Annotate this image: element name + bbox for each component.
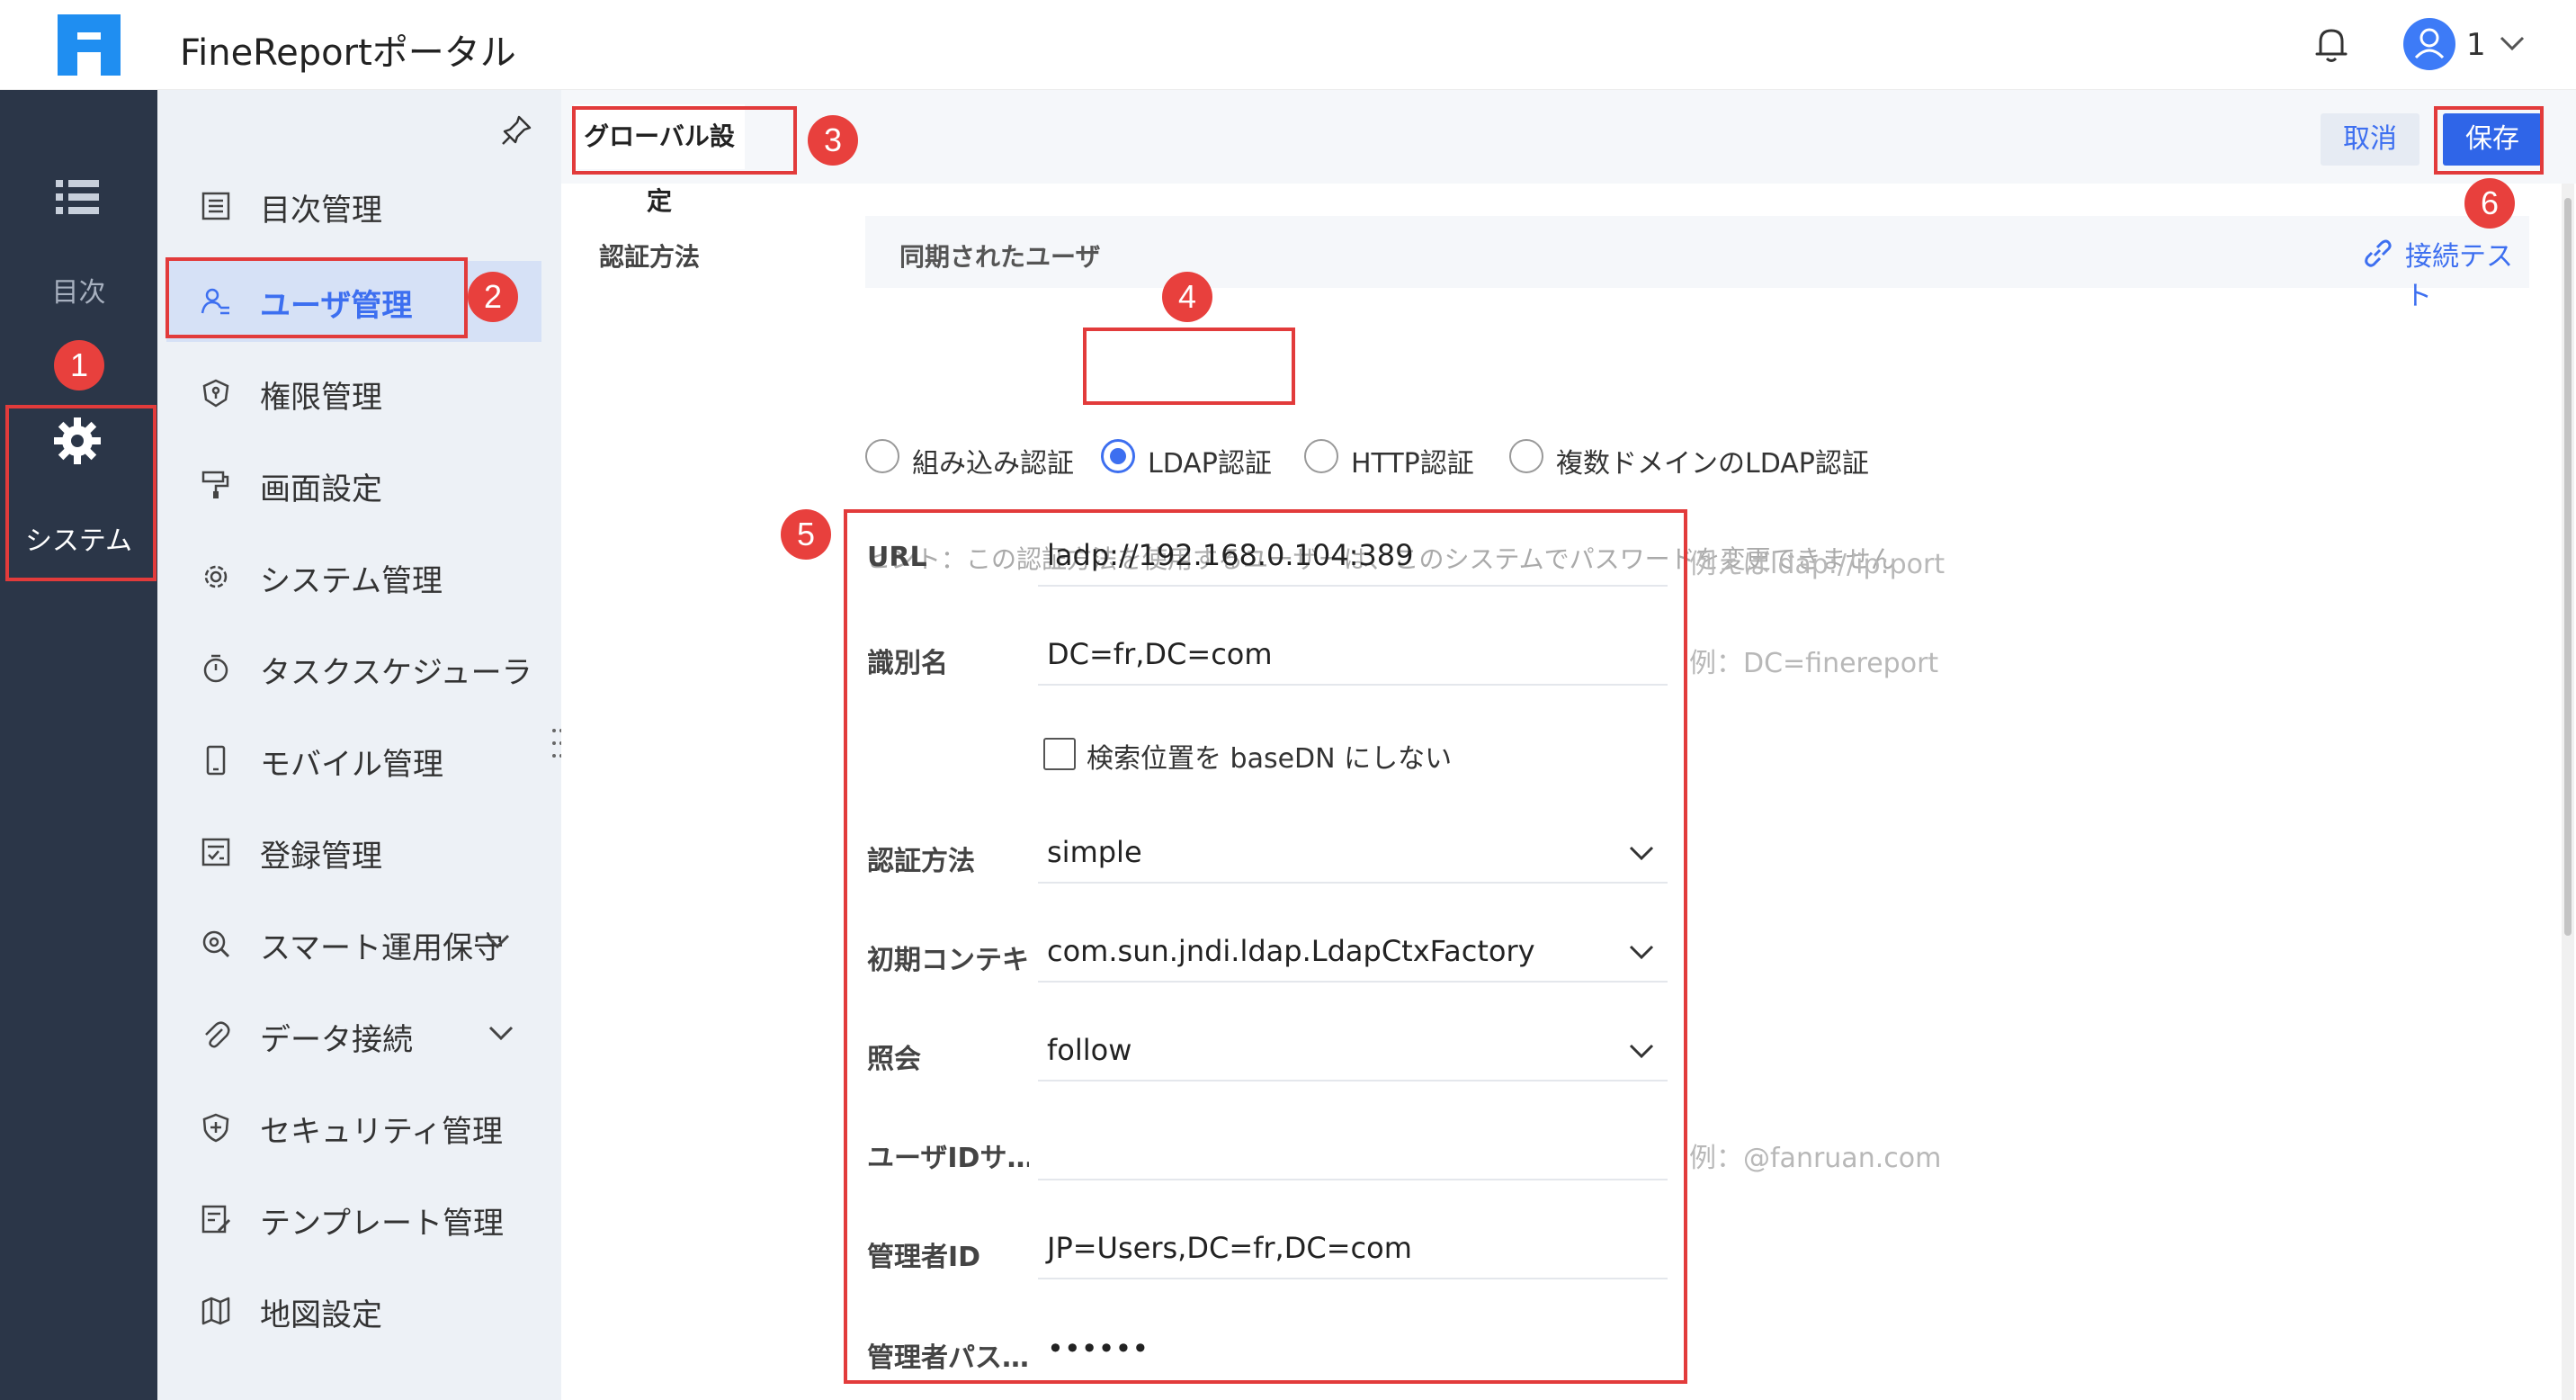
main-nav-rail: 目次 システム [0,90,157,1400]
annotation-number-5: 5 [781,509,831,560]
sidebar-item-smart-maintenance[interactable]: スマート運用保守 [157,903,561,984]
annotation-number-6: 6 [2464,178,2515,229]
app-title: FineReportポータル [180,32,516,74]
maintenance-icon [202,930,230,958]
sidebar-item-label: セキュリティ管理 [260,1114,503,1150]
timer-icon [203,654,228,683]
url-example: 例えばldap://ip:port [1689,549,1945,580]
annotation-box-system [5,405,157,581]
sidebar-item-label: 目次管理 [260,193,382,229]
chevron-down-icon[interactable] [483,932,512,952]
settings-toolbar: グローバル設定 取消 保存 [561,90,2576,216]
pin-icon[interactable] [499,113,533,148]
sidebar-item-label: スマート運用保守 [260,930,504,966]
radio-label: LDAP認証 [1148,448,1272,480]
radio-label: 複数ドメインのLDAP認証 [1556,448,1869,480]
annotation-box-ldap-auth [1083,328,1295,405]
sidebar-item-label: 登録管理 [260,839,382,875]
radio-circle-selected[interactable] [1101,439,1135,473]
annotation-box-ldap-form [844,509,1687,1384]
template-icon [201,1205,231,1234]
bell-icon[interactable] [2313,25,2349,65]
catalog-icon [201,192,230,220]
annotation-box-user-management [165,257,468,338]
synced-users-bar: 同期されたユーザ 接続テスト [865,216,2529,312]
list-icon[interactable] [54,176,101,218]
user-avatar-icon [2414,28,2445,59]
radio-circle[interactable] [865,439,899,473]
sidebar-item-label: システム管理 [260,563,443,599]
auth-method-radio-group: 組み込み認証 LDAP認証 HTTP認証 複数ドメインのLDAP認証 [865,428,2124,482]
sidebar-item-label: 権限管理 [260,380,382,416]
annotation-box-save [2434,106,2544,175]
radio-label: 組み込み認証 [912,448,1074,480]
link-icon[interactable] [2362,238,2393,268]
appearance-icon [201,471,229,498]
mobile-icon [206,745,226,776]
sidebar-item-security[interactable]: セキュリティ管理 [157,1087,561,1168]
user-id-suffix-example: 例：@fanruan.com [1689,1143,1942,1174]
sidebar-item-label: テンプレート管理 [260,1206,504,1242]
sidebar-item-label: 地図設定 [260,1297,382,1333]
dn-example: 例：DC=finereport [1689,648,1939,679]
sidebar-item-label: データ接続 [260,1022,413,1058]
finereport-logo [58,14,121,76]
radio-label: HTTP認証 [1351,448,1474,480]
cancel-button[interactable]: 取消 [2321,113,2419,166]
sidebar-item-registration[interactable]: 登録管理 [157,812,561,893]
annotation-number-3: 3 [808,115,858,166]
sidebar-item-label: 画面設定 [260,471,382,507]
permission-icon [202,379,229,408]
chevron-down-icon[interactable] [487,1024,515,1044]
sidebar-item-map[interactable]: 地図設定 [157,1270,561,1351]
content-scrollbar-thumb[interactable] [2564,198,2572,936]
top-header: FineReportポータル 1 [0,0,2576,90]
sidebar-item-label: タスクスケジューラ [260,655,532,691]
chevron-down-icon[interactable] [2499,34,2526,52]
map-icon [201,1297,230,1325]
user-name[interactable]: 1 [2466,27,2486,63]
user-avatar[interactable] [2403,18,2455,70]
auth-section-label: 認証方法 [599,242,701,272]
sidebar-item-permission[interactable]: 権限管理 [157,353,561,434]
connection-test-button[interactable]: 接続テスト [2405,234,2529,313]
register-icon [201,838,230,866]
annotation-number-1: 1 [54,340,104,390]
annotation-box-global-settings [572,106,797,175]
radio-circle[interactable] [1509,439,1543,473]
annotation-number-2: 2 [468,272,518,322]
sidebar-item-task-scheduler[interactable]: タスクスケジューラ [157,628,561,709]
synced-users-label: 同期されたユーザ [899,242,1101,272]
sidebar-item-label: モバイル管理 [260,747,443,783]
rail-item-catalog[interactable]: 目次 [0,270,157,310]
sidebar-item-system-management[interactable]: システム管理 [157,536,561,617]
radio-circle[interactable] [1304,439,1338,473]
annotation-number-4: 4 [1162,272,1212,322]
shield-icon [202,1113,229,1143]
sidebar-item-appearance[interactable]: 画面設定 [157,444,561,525]
sidebar-item-template[interactable]: テンプレート管理 [157,1179,561,1260]
paperclip-icon [205,1021,230,1048]
sidebar-item-data-connection[interactable]: データ接続 [157,995,561,1076]
system-gear-icon [204,565,228,588]
sidebar-item-catalog[interactable]: 目次管理 [157,166,561,247]
sidebar-item-mobile[interactable]: モバイル管理 [157,720,561,801]
